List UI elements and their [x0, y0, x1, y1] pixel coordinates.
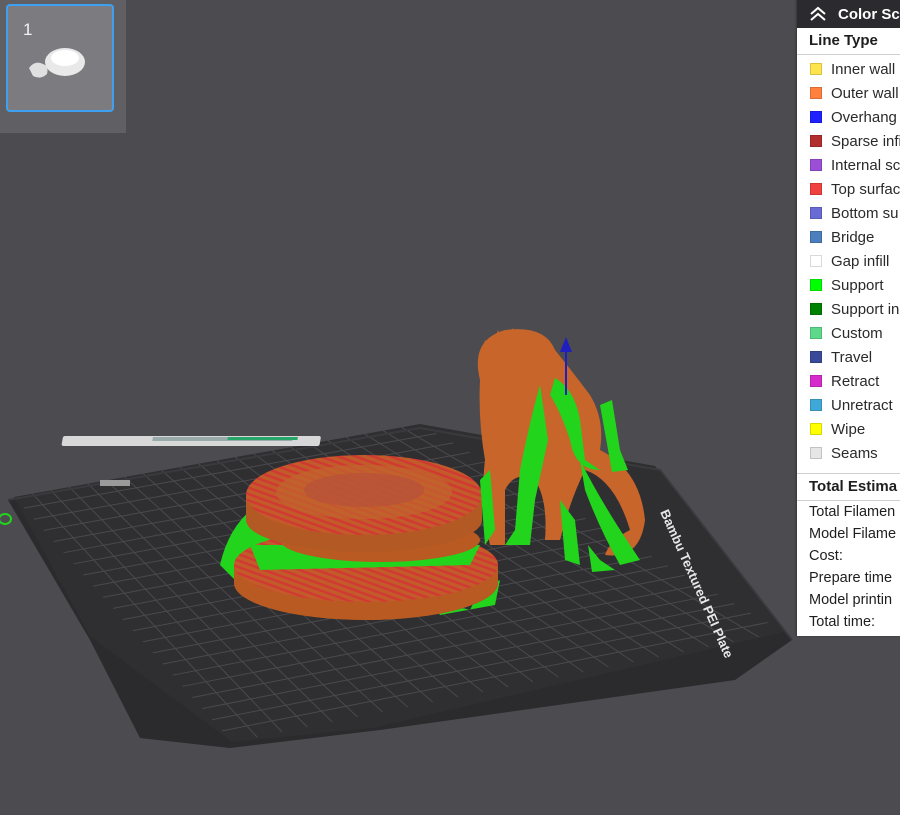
color-swatch — [810, 87, 822, 99]
estimate-row: Prepare time — [809, 570, 893, 586]
legend-item[interactable]: Internal sc — [797, 153, 900, 177]
legend-list: Inner wall Outer wall Overhang Sparse infi I… — [797, 55, 900, 465]
legend-label: Overhang — [831, 108, 897, 126]
color-swatch — [810, 111, 822, 123]
color-swatch — [810, 375, 822, 387]
3d-viewport[interactable]: Bambu Textured PEI Plate — [0, 0, 900, 815]
color-swatch — [810, 351, 822, 363]
legend-item[interactable]: Overhang — [797, 105, 900, 129]
legend-item[interactable]: Travel — [797, 345, 900, 369]
plate-number: 1 — [23, 20, 33, 39]
line-type-dropdown[interactable]: Line Type — [797, 28, 900, 55]
estimates-list: Total Filamen Model Filame Cost: Prepare ti… — [797, 501, 900, 633]
legend-label: Inner wall — [831, 60, 896, 78]
estimate-row: Model printin — [809, 592, 893, 608]
legend-label: Bottom su — [831, 204, 899, 222]
color-swatch — [810, 399, 822, 411]
legend-label: Top surfac — [831, 180, 900, 198]
legend-item[interactable]: Custom — [797, 321, 900, 345]
plate-preview-image — [29, 48, 85, 78]
legend-item[interactable]: Support in — [797, 297, 900, 321]
color-swatch — [810, 447, 822, 459]
color-scheme-panel: Color Sc Line Type Inner wall Outer wall O… — [797, 0, 900, 636]
legend-label: Support in — [831, 300, 900, 318]
color-swatch — [810, 159, 822, 171]
color-swatch — [810, 279, 822, 291]
panel-title: Color Sc — [838, 5, 900, 23]
estimate-row: Total Filamen — [809, 504, 896, 520]
estimate-row: Total time: — [809, 614, 876, 630]
legend-item[interactable]: Wipe — [797, 417, 900, 441]
color-swatch — [810, 255, 822, 267]
legend-item[interactable]: Unretract — [797, 393, 900, 417]
legend-label: Gap infill — [831, 252, 890, 270]
color-swatch — [810, 327, 822, 339]
legend-item[interactable]: Bottom su — [797, 201, 900, 225]
legend-label: Outer wall — [831, 84, 899, 102]
legend-label: Seams — [831, 444, 878, 462]
legend-label: Retract — [831, 372, 880, 390]
legend-item[interactable]: Retract — [797, 369, 900, 393]
legend-label: Sparse infi — [831, 132, 900, 150]
estimate-row: Cost: — [809, 548, 843, 564]
legend-item[interactable]: Outer wall — [797, 81, 900, 105]
legend-item[interactable]: Support — [797, 273, 900, 297]
origin-marker — [0, 513, 12, 525]
color-swatch — [810, 183, 822, 195]
color-swatch — [810, 303, 822, 315]
panel-header[interactable]: Color Sc — [797, 0, 900, 28]
legend-item[interactable]: Seams — [797, 441, 900, 465]
chevron-double-up-icon[interactable] — [807, 3, 829, 25]
plate-list: 1 — [0, 0, 126, 133]
legend-label: Wipe — [831, 420, 866, 438]
model-base-print[interactable] — [220, 455, 500, 620]
legend-item[interactable]: Bridge — [797, 225, 900, 249]
legend-label: Internal sc — [831, 156, 900, 174]
legend-label: Travel — [831, 348, 873, 366]
legend-item[interactable]: Gap infill — [797, 249, 900, 273]
legend-item[interactable]: Top surfac — [797, 177, 900, 201]
legend-label: Custom — [831, 324, 883, 342]
legend-label: Support — [831, 276, 884, 294]
estimate-row: Model Filame — [809, 526, 897, 542]
color-swatch — [810, 231, 822, 243]
legend-label: Unretract — [831, 396, 893, 414]
estimates-title: Total Estima — [797, 473, 900, 501]
color-swatch — [810, 135, 822, 147]
plate-thumbnail[interactable]: 1 — [6, 4, 114, 112]
legend-label: Bridge — [831, 228, 875, 246]
legend-item[interactable]: Inner wall — [797, 57, 900, 81]
color-swatch — [810, 63, 822, 75]
legend-item[interactable]: Sparse infi — [797, 129, 900, 153]
color-swatch — [810, 207, 822, 219]
color-swatch — [810, 423, 822, 435]
